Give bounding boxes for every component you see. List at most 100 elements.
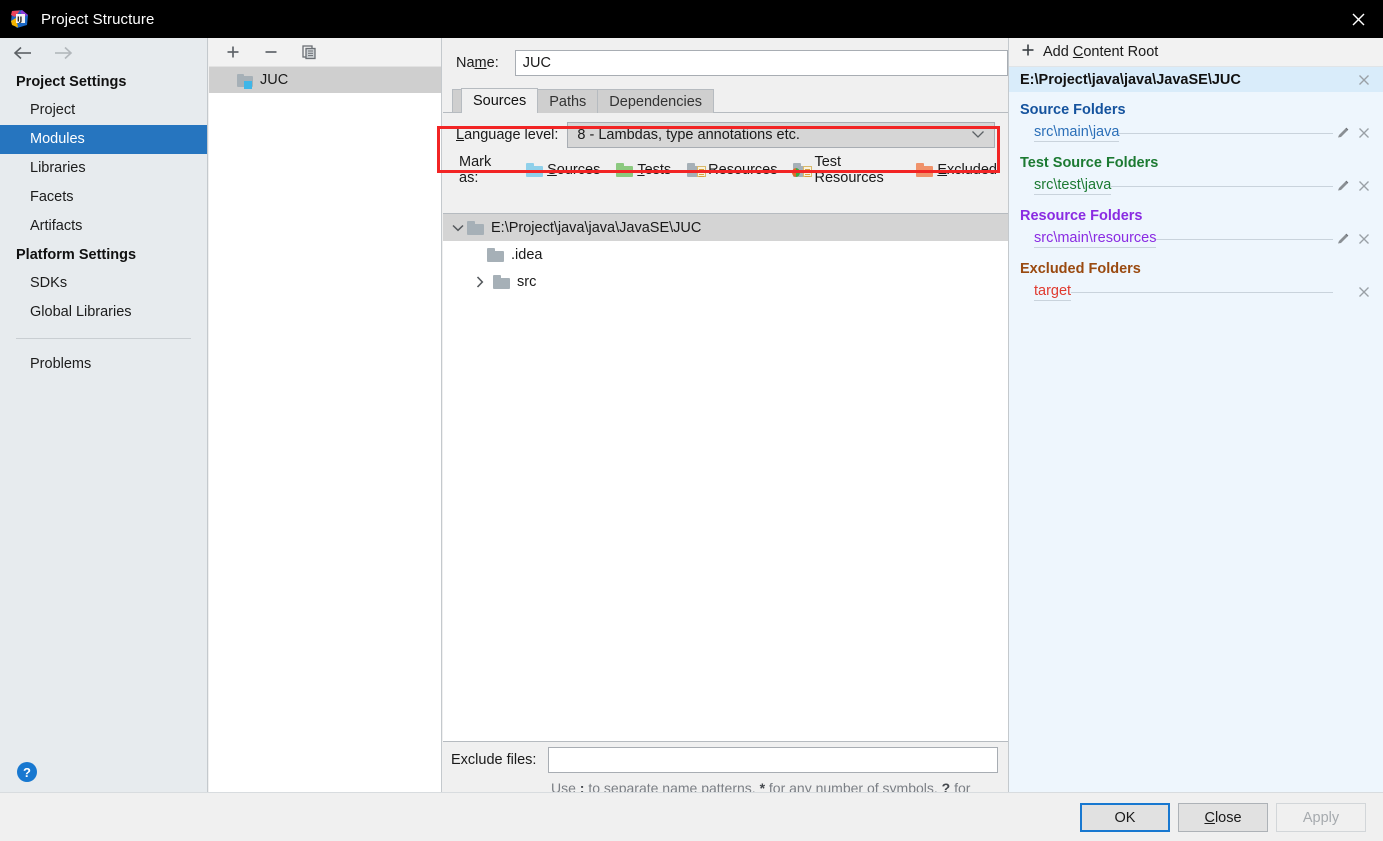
add-content-root-label: Add Content Root [1043,44,1159,60]
mark-as-label: Mark as: [459,154,492,186]
sidebar-item-libraries[interactable]: Libraries [0,154,207,183]
mark-as-test-resources-button[interactable]: Test Resources [792,154,900,186]
resource-folders-heading: Resource Folders [1020,208,1143,224]
copy-icon[interactable] [299,42,319,62]
sidebar-item-project[interactable]: Project [0,96,207,125]
test-source-folders-heading: Test Source Folders [1020,155,1159,171]
folder-icon [467,220,484,235]
source-folders-heading: Source Folders [1020,102,1126,118]
sidebar-item-sdks[interactable]: SDKs [0,269,207,298]
resource-folder-row[interactable]: src\main\resources [1009,227,1383,251]
svg-text:IJ: IJ [17,16,22,24]
module-folder-icon [237,73,253,89]
tree-row[interactable]: .idea [443,241,1008,268]
mark-as-tests-label: Tests [637,162,672,178]
mark-as-toolbar: Mark as: Sources Tests Resources Test Re… [443,154,1008,186]
module-name-input[interactable] [514,50,1008,76]
close-icon[interactable] [1353,286,1375,298]
close-icon[interactable] [1353,74,1375,86]
plus-icon [1021,43,1035,61]
chevron-right-icon[interactable] [471,273,489,291]
title-bar: IJ Project Structure [0,0,1383,38]
project-structure-dialog: IJ Project Structure Project Settings Pr… [0,0,1383,841]
module-editor-panel: Name: Sources Paths Dependencies Languag… [443,38,1008,830]
tests-folder-icon [616,163,634,177]
mark-as-excluded-button[interactable]: Excluded [916,162,997,178]
mark-as-tests-button[interactable]: Tests [616,162,671,178]
excluded-folder-path: target [1034,283,1072,301]
close-icon[interactable] [1353,127,1375,139]
settings-sidebar: Project Settings Project Modules Librari… [0,38,208,792]
arrow-left-icon[interactable] [12,42,34,64]
arrow-right-icon[interactable] [52,42,74,64]
module-editor-tabs: Sources Paths Dependencies [443,88,1008,113]
tree-row-label: src [517,273,537,290]
sidebar-nav-row [0,38,207,68]
sidebar-divider [16,338,191,339]
exclude-files-row: Exclude files: [451,742,1008,778]
sidebar-item-modules[interactable]: Modules [0,125,207,154]
excluded-folders-heading: Excluded Folders [1020,261,1141,277]
help-icon[interactable]: ? [17,762,37,782]
folder-icon [493,274,510,289]
minus-icon[interactable] [261,42,281,62]
content-tree[interactable]: E:\Project\java\java\JavaSE\JUC .idea sr… [443,213,1008,742]
module-name-row: Name: [443,38,1008,88]
folder-icon [487,247,504,262]
mark-as-excluded-label: Excluded [937,162,997,178]
sidebar-item-artifacts[interactable]: Artifacts [0,212,207,241]
sidebar-item-facets[interactable]: Facets [0,183,207,212]
chevron-down-icon [971,127,985,143]
add-content-root-button[interactable]: Add Content Root [1009,38,1383,67]
dialog-button-row: OK Close Apply [1080,803,1366,832]
sidebar-group-project-settings: Project Settings [16,74,127,90]
resources-folder-icon [687,163,707,177]
excluded-folder-row[interactable]: target [1009,280,1383,304]
pencil-icon[interactable] [1333,232,1353,246]
tree-row[interactable]: src [443,268,1008,295]
source-folder-path: src\main\java [1034,124,1120,142]
sidebar-group-platform-settings: Platform Settings [16,247,137,263]
chevron-down-icon[interactable] [449,219,467,237]
plus-icon[interactable] [223,42,243,62]
module-name-field-label: Name: [456,55,499,71]
mark-as-sources-button[interactable]: Sources [526,162,600,178]
mark-as-resources-button[interactable]: Resources [687,162,777,178]
tree-row-label: E:\Project\java\java\JavaSE\JUC [491,219,702,236]
exclude-files-input[interactable] [548,747,998,773]
content-root-item[interactable]: E:\Project\java\java\JavaSE\JUC [1009,67,1383,92]
modules-list-panel: JUC [209,38,442,792]
test-source-folder-path: src\test\java [1034,177,1112,195]
tree-row-label: .idea [511,246,543,263]
close-icon[interactable] [1333,0,1383,38]
tab-sources[interactable]: Sources [461,88,539,113]
close-icon[interactable] [1353,233,1375,245]
source-folder-row[interactable]: src\main\java [1009,121,1383,145]
mark-as-resources-label: Resources [708,162,778,178]
language-level-select[interactable]: 8 - Lambdas, type annotations etc. [567,122,995,148]
module-name-label: JUC [260,72,289,88]
sidebar-item-problems[interactable]: Problems [0,350,207,379]
pencil-icon[interactable] [1333,126,1353,140]
module-list-item[interactable]: JUC [209,67,441,93]
tree-row[interactable]: E:\Project\java\java\JavaSE\JUC [443,214,1008,241]
mark-as-sources-label: Sources [547,162,601,178]
language-level-value: 8 - Lambdas, type annotations etc. [577,127,800,143]
test-source-folder-row[interactable]: src\test\java [1009,174,1383,198]
content-root-path: E:\Project\java\java\JavaSE\JUC [1020,71,1241,88]
resource-folder-path: src\main\resources [1034,230,1157,248]
sidebar-item-global-libraries[interactable]: Global Libraries [0,298,207,327]
tab-dependencies[interactable]: Dependencies [597,89,715,113]
ok-button[interactable]: OK [1080,803,1170,832]
language-level-row: Language level: 8 - Lambdas, type annota… [443,113,1008,157]
pencil-icon[interactable] [1333,179,1353,193]
tab-strip-left-pad [452,89,461,113]
language-level-label: Language level: [456,127,559,143]
exclude-files-label: Exclude files: [451,752,537,768]
close-button[interactable]: Close [1178,803,1268,832]
tab-paths[interactable]: Paths [537,89,599,113]
close-icon[interactable] [1353,180,1375,192]
sources-folder-icon [526,163,544,177]
content-roots-panel: Add Content Root E:\Project\java\java\Ja… [1008,38,1383,792]
apply-button[interactable]: Apply [1276,803,1366,832]
